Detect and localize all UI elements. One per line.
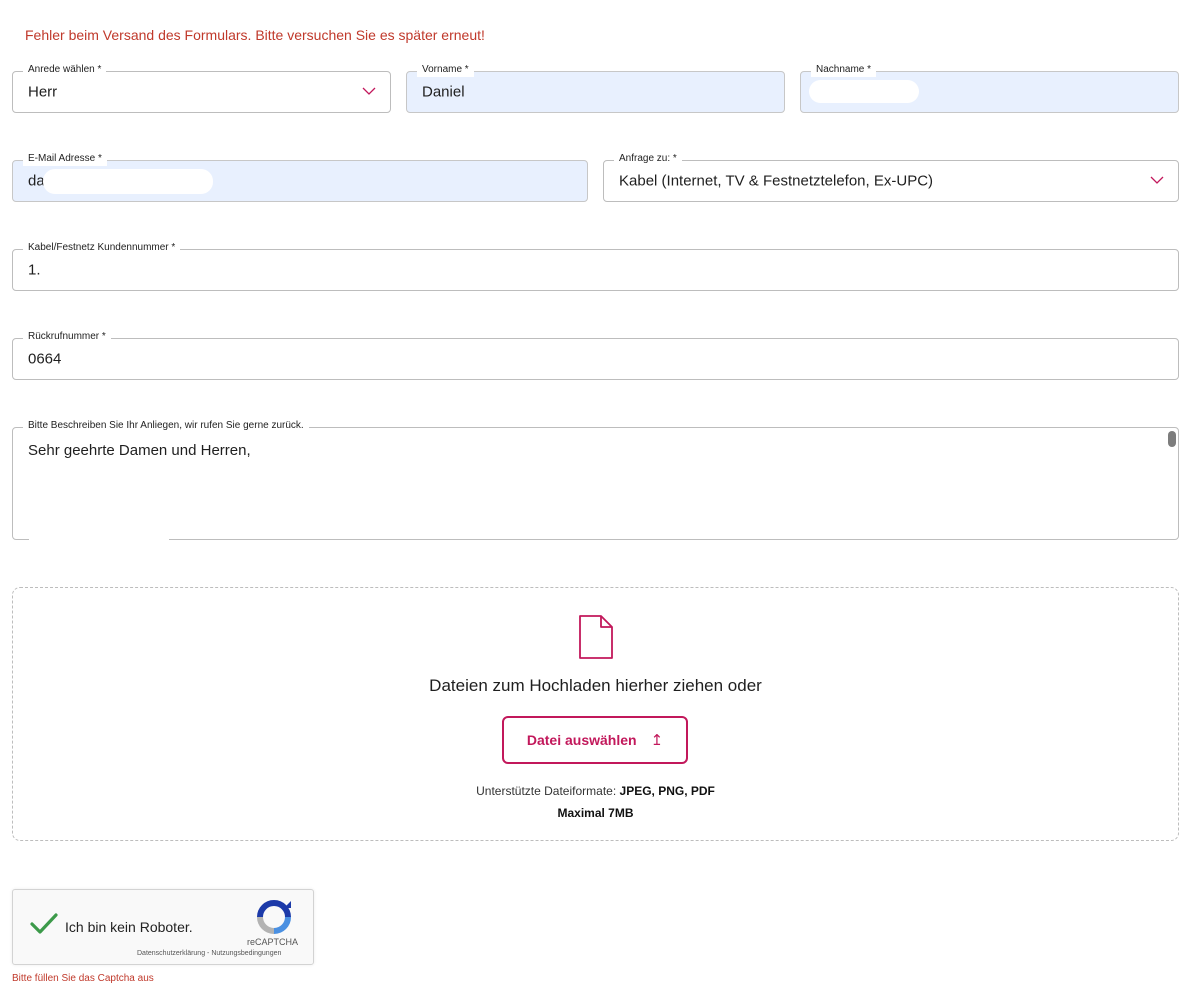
recaptcha-brand: reCAPTCHA [247, 937, 299, 947]
kundennummer-input[interactable]: Kabel/Festnetz Kundennummer * 1. [12, 241, 1179, 291]
captcha-error-message: Bitte füllen Sie das Captcha aus [12, 973, 154, 984]
formats-label: Unterstützte Dateiformate: [476, 784, 617, 798]
formats-value: JPEG, PNG, PDF [619, 784, 715, 798]
rueckrufnummer-input[interactable]: Rückrufnummer * 0664 [12, 330, 1179, 380]
recaptcha-links[interactable]: Datenschutzerklärung - Nutzungsbedingung… [137, 950, 281, 957]
chevron-down-icon [362, 87, 376, 95]
vorname-value: Daniel [422, 83, 465, 101]
upload-arrow-icon: ↥ [650, 732, 664, 749]
dropzone-text: Dateien zum Hochladen hierher ziehen ode… [429, 676, 762, 695]
redaction-mask [43, 169, 213, 194]
recaptcha-widget[interactable]: Ich bin kein Roboter. reCAPTCHA Datensch… [12, 889, 314, 965]
nachname-label: Nachname * [811, 63, 877, 77]
select-file-label: Datei auswählen [526, 732, 637, 748]
kundennummer-value: 1. [28, 261, 41, 279]
anrede-select[interactable]: Anrede wählen * Herr [12, 63, 391, 113]
file-icon [579, 615, 613, 659]
redaction-mask [809, 80, 919, 103]
rueckrufnummer-label: Rückrufnummer * [23, 330, 111, 344]
file-dropzone[interactable]: Dateien zum Hochladen hierher ziehen ode… [12, 587, 1179, 841]
anfrage-label: Anfrage zu: * [614, 152, 682, 166]
recaptcha-logo-icon [257, 900, 291, 934]
anfrage-select[interactable]: Anfrage zu: * Kabel (Internet, TV & Fest… [603, 152, 1179, 202]
vorname-label: Vorname * [417, 63, 474, 77]
textarea-scrollbar[interactable] [1168, 431, 1176, 447]
anliegen-label: Bitte Beschreiben Sie Ihr Anliegen, wir … [23, 419, 309, 433]
anrede-label: Anrede wählen * [23, 63, 107, 77]
recaptcha-label: Ich bin kein Roboter. [65, 919, 193, 935]
email-input[interactable]: E-Mail Adresse * da [12, 152, 588, 202]
checkmark-icon[interactable] [29, 912, 59, 936]
rueckrufnummer-value: 0664 [28, 350, 62, 368]
vorname-input[interactable]: Vorname * Daniel [406, 63, 785, 113]
max-file-size: Maximal 7MB [557, 806, 634, 820]
anfrage-value: Kabel (Internet, TV & Festnetztelefon, E… [619, 172, 934, 190]
nachname-input[interactable]: Nachname * [800, 63, 1179, 113]
kundennummer-label: Kabel/Festnetz Kundennummer * [23, 241, 181, 255]
redaction-mask [29, 537, 169, 541]
anliegen-textarea[interactable]: Bitte Beschreiben Sie Ihr Anliegen, wir … [12, 419, 1179, 541]
anliegen-value: Sehr geehrte Damen und Herren, [28, 442, 251, 459]
select-file-button[interactable]: Datei auswählen ↥ [502, 716, 688, 764]
supported-formats: Unterstützte Dateiformate: JPEG, PNG, PD… [13, 784, 1178, 798]
form-error-message: Fehler beim Versand des Formulars. Bitte… [25, 27, 485, 43]
email-label: E-Mail Adresse * [23, 152, 107, 166]
anrede-value: Herr [28, 83, 58, 101]
chevron-down-icon [1150, 176, 1164, 184]
